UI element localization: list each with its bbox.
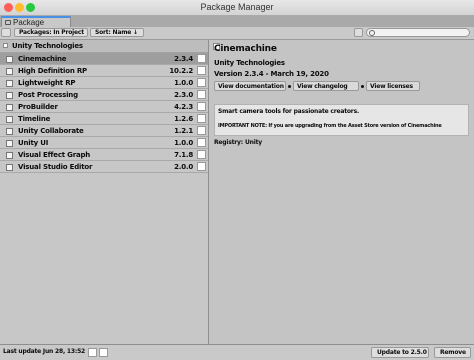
package-version: 2.3.0 — [174, 91, 193, 99]
package-checkbox[interactable] — [6, 164, 13, 171]
package-checkbox[interactable] — [6, 116, 13, 123]
package-checkbox[interactable] — [6, 128, 13, 135]
package-name: Visual Studio Editor — [18, 163, 93, 171]
package-version: 1.2.1 — [174, 127, 193, 135]
status-icon — [197, 114, 206, 123]
status-icon — [197, 66, 206, 75]
package-checkbox[interactable] — [6, 92, 13, 99]
package-checkbox[interactable] — [6, 68, 13, 75]
package-name: Visual Effect Graph — [18, 151, 91, 159]
tab-package-manager[interactable]: Package Manager — [1, 16, 71, 36]
package-author: Unity Technologies — [214, 59, 285, 67]
package-name: Post Processing — [18, 91, 78, 99]
package-version: 2.0.0 — [174, 163, 193, 171]
status-icon — [197, 138, 206, 147]
list-item[interactable]: Unity Collaborate 1.2.1 — [0, 125, 208, 137]
list-item[interactable]: Post Processing 2.3.0 — [0, 89, 208, 101]
package-name: Lightweight RP — [18, 79, 76, 87]
title-bar: Package Manager — [0, 0, 474, 16]
list-item[interactable]: Cinemachine 2.3.4 — [0, 53, 208, 65]
package-version: 2.3.4 — [174, 55, 193, 63]
toolbar-menu-button[interactable] — [354, 28, 363, 37]
status-icon — [197, 78, 206, 87]
list-item[interactable]: Visual Studio Editor 2.0.0 — [0, 161, 208, 173]
view-licenses-label: View licenses — [370, 83, 413, 90]
package-version: 1.0.0 — [174, 139, 193, 147]
separator-dot — [361, 85, 364, 88]
package-name: Timeline — [18, 115, 51, 123]
details-panel: Cinemachine Unity Technologies Version 2… — [209, 40, 474, 344]
status-icon — [197, 54, 206, 63]
group-header[interactable]: Unity Technologies — [0, 40, 208, 53]
package-list-panel: Unity Technologies Cinemachine 2.3.4 High … — [0, 40, 209, 344]
package-icon — [5, 20, 11, 25]
list-item[interactable]: Timeline 1.2.6 — [0, 113, 208, 125]
package-version: 7.1.8 — [174, 151, 193, 159]
status-icon — [197, 90, 206, 99]
search-icon — [369, 30, 375, 36]
update-button-label: Update to 2.5.0 — [377, 349, 427, 356]
package-name: Unity UI — [18, 139, 49, 147]
toolbar: Packages: In Project Sort: Name ↓ — [0, 27, 474, 40]
view-documentation-label: View documentation — [218, 83, 284, 90]
packages-filter-dropdown[interactable]: Packages: In Project — [14, 28, 88, 37]
package-checkbox[interactable] — [6, 140, 13, 147]
package-version: 1.0.0 — [174, 79, 193, 87]
package-version: Version 2.3.4 - March 19, 2020 — [214, 70, 329, 78]
status-icon — [197, 102, 206, 111]
status-icon — [197, 162, 206, 171]
remove-button[interactable]: Remove — [434, 347, 471, 358]
window-title: Package Manager — [200, 2, 274, 12]
package-version: 10.2.2 — [169, 67, 193, 75]
view-changelog-label: View changelog — [297, 83, 348, 90]
group-label: Unity Technologies — [12, 42, 83, 50]
package-description: Smart camera tools for passionate creato… — [218, 108, 360, 115]
package-title: Cinemachine — [214, 44, 277, 54]
packages-filter-label: Packages: In Project — [19, 29, 84, 36]
status-bar: Last update Jun 28, 13:52 Update to 2.5.… — [0, 344, 474, 360]
list-item[interactable]: Visual Effect Graph 7.1.8 — [0, 149, 208, 161]
status-menu-button[interactable] — [99, 348, 108, 357]
package-name: Unity Collaborate — [18, 127, 84, 135]
list-item[interactable]: Unity UI 1.0.0 — [0, 137, 208, 149]
package-version: 4.2.3 — [174, 103, 193, 111]
status-icon — [197, 126, 206, 135]
package-note: IMPORTANT NOTE: If you are upgrading fro… — [218, 123, 442, 129]
list-item[interactable]: High Definition RP 10.2.2 — [0, 65, 208, 77]
view-licenses-link[interactable]: View licenses — [366, 81, 420, 91]
list-item[interactable]: Lightweight RP 1.0.0 — [0, 77, 208, 89]
expand-icon[interactable] — [3, 43, 8, 48]
registry-value: Unity — [245, 139, 262, 146]
description-area: Smart camera tools for passionate creato… — [214, 104, 469, 136]
update-button[interactable]: Update to 2.5.0 — [371, 347, 429, 358]
add-package-button[interactable] — [1, 28, 11, 37]
remove-button-label: Remove — [440, 349, 466, 356]
status-icon — [197, 150, 206, 159]
refresh-button[interactable] — [88, 348, 97, 357]
package-checkbox[interactable] — [6, 152, 13, 159]
package-checkbox[interactable] — [6, 104, 13, 111]
separator-dot — [288, 85, 291, 88]
view-documentation-link[interactable]: View documentation — [214, 81, 286, 91]
package-name: ProBuilder — [18, 103, 58, 111]
sort-label: Sort: Name ↓ — [95, 29, 138, 36]
last-update-text: Last update Jun 28, 13:52 — [3, 348, 86, 355]
registry-label: Registry: — [214, 139, 243, 146]
package-version: 1.2.6 — [174, 115, 193, 123]
view-changelog-link[interactable]: View changelog — [293, 81, 359, 91]
package-checkbox[interactable] — [6, 56, 13, 63]
package-name: Cinemachine — [18, 55, 67, 63]
search-input[interactable] — [366, 28, 470, 37]
list-item[interactable]: ProBuilder 4.2.3 — [0, 101, 208, 113]
sort-dropdown[interactable]: Sort: Name ↓ — [90, 28, 144, 37]
tab-strip: Package Manager — [0, 16, 474, 36]
package-checkbox[interactable] — [6, 80, 13, 87]
package-name: High Definition RP — [18, 67, 87, 75]
